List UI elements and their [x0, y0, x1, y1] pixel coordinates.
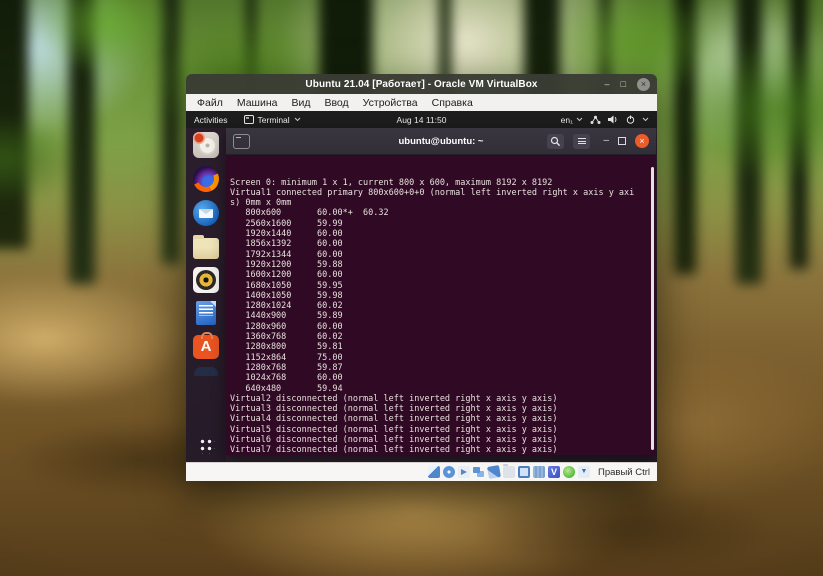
harddisk-status-icon[interactable]	[428, 466, 440, 478]
terminal-output-line: Screen 0: minimum 1 x 1, current 800 x 6…	[230, 177, 553, 188]
partial-dock-icon[interactable]	[194, 367, 218, 376]
usb-status-icon[interactable]	[487, 465, 501, 479]
terminal-output-line: 1792x1344 60.00	[230, 249, 343, 260]
terminal-output-line: 1920x1200 59.88	[230, 259, 343, 270]
terminal-maximize-button[interactable]	[618, 137, 626, 145]
vbox-menu-item[interactable]: Вид	[284, 97, 317, 109]
host-desktop: Ubuntu 21.04 [Работает] - Oracle VM Virt…	[0, 0, 823, 576]
terminal-scrollbar[interactable]	[651, 167, 654, 450]
chevron-down-icon	[576, 117, 583, 122]
network-status-icon[interactable]	[473, 466, 485, 478]
sharedfolders-status-icon[interactable]	[503, 464, 515, 478]
search-button[interactable]	[547, 133, 565, 149]
terminal-output-line: Virtual7 disconnected (normal left inver…	[230, 445, 558, 455]
terminal-output-line: 2560x1600 59.99	[230, 218, 343, 229]
files-dock-icon[interactable]	[193, 235, 219, 259]
focused-app-indicator[interactable]: Terminal	[243, 114, 301, 125]
terminal-output-line: Virtual1 connected primary 800x600+0+0 (…	[230, 187, 635, 198]
terminal-output-line: 1280x800 59.81	[230, 342, 343, 353]
vbox-window-title: Ubuntu 21.04 [Работает] - Oracle VM Virt…	[305, 78, 538, 90]
focused-app-label: Terminal	[257, 114, 290, 125]
terminal-output-line: Virtual4 disconnected (normal left inver…	[230, 414, 558, 425]
network-icon	[590, 115, 601, 124]
audio-status-icon[interactable]	[458, 466, 470, 478]
ubuntu-dock	[186, 128, 226, 462]
vbox-close-button[interactable]: ×	[637, 77, 650, 91]
search-icon	[551, 136, 561, 146]
terminal-output-line: 1280x768 59.87	[230, 362, 343, 373]
menu-button[interactable]	[573, 133, 591, 149]
terminal-output-line: Virtual6 disconnected (normal left inver…	[230, 435, 558, 446]
terminal-output-line: 1152x864 75.00	[230, 352, 343, 363]
terminal-output-line: 1440x900 59.89	[230, 311, 343, 322]
optical-status-icon[interactable]	[443, 466, 455, 478]
activities-button[interactable]: Activities	[194, 115, 228, 125]
vm-screen: Activities Terminal Aug 14 11:50 en₁ A u…	[186, 111, 657, 462]
terminal-output-line: 1400x1050 59.98	[230, 290, 343, 301]
terminal-output-line: s) 0mm x 0mm	[230, 198, 292, 209]
terminal-window: ubuntu@ubuntu: ~ – × Screen 0: minimum 1…	[226, 128, 656, 455]
guest-desktop: ubuntu@ubuntu: ~ – ×	[186, 128, 657, 462]
terminal-output[interactable]: Screen 0: minimum 1 x 1, current 800 x 6…	[226, 155, 656, 455]
vbox-minimize-button[interactable]: –	[605, 79, 610, 89]
clock-label[interactable]: Aug 14 11:50	[397, 115, 447, 125]
terminal-output-line: 1600x1200 60.00	[230, 270, 343, 281]
vbox-menu-item[interactable]: Машина	[230, 97, 285, 109]
terminal-output-line: 1680x1050 59.95	[230, 280, 343, 291]
terminal-output-line: 640x480 59.94	[230, 383, 343, 394]
keyboard-layout-label: en₁	[560, 114, 573, 125]
writer-dock-icon[interactable]	[196, 301, 216, 325]
gnome-top-bar: Activities Terminal Aug 14 11:50 en₁	[186, 111, 657, 128]
mouse-status-icon[interactable]	[563, 466, 575, 478]
power-icon	[626, 115, 635, 124]
vbox-statusbar: Правый Ctrl	[186, 462, 657, 481]
terminal-icon	[243, 115, 254, 124]
system-status-area[interactable]: en₁	[561, 115, 649, 125]
new-tab-button[interactable]	[233, 133, 250, 149]
software-dock-icon[interactable]	[193, 332, 219, 359]
terminal-title: ubuntu@ubuntu: ~	[398, 135, 484, 147]
vbox-menu-item[interactable]: Файл	[190, 97, 230, 109]
keyboard-layout-indicator[interactable]: en₁	[561, 115, 583, 125]
terminal-output-line: Virtual3 disconnected (normal left inver…	[230, 404, 558, 415]
terminal-output-line: 800x600 60.00*+ 60.32	[230, 208, 389, 219]
volume-icon	[608, 115, 617, 124]
status-icons	[428, 464, 590, 479]
vbox-menu-item[interactable]: Ввод	[317, 97, 355, 109]
installer-dock-icon[interactable]	[193, 132, 219, 158]
features-status-icon[interactable]	[548, 466, 560, 478]
show-apps-dock-icon[interactable]	[197, 437, 215, 454]
chevron-down-icon	[642, 117, 649, 122]
terminal-output-line: Virtual2 disconnected (normal left inver…	[230, 393, 558, 404]
firefox-dock-icon[interactable]	[193, 166, 219, 192]
vbox-menubar: Файл Машина Вид Ввод Устройства Справка	[186, 94, 657, 111]
terminal-output-line: 1024x768 60.00	[230, 373, 343, 384]
terminal-output-line: 1280x960 60.00	[230, 321, 343, 332]
terminal-output-line: 1920x1440 60.00	[230, 229, 343, 240]
virtualbox-window: Ubuntu 21.04 [Работает] - Oracle VM Virt…	[186, 74, 657, 481]
hamburger-icon	[577, 138, 586, 144]
hostkey-status-icon[interactable]	[578, 466, 590, 478]
terminal-headerbar[interactable]: ubuntu@ubuntu: ~ – ×	[226, 128, 656, 155]
host-key-label: Правый Ctrl	[598, 466, 650, 478]
display-status-icon[interactable]	[518, 466, 530, 478]
vbox-titlebar[interactable]: Ubuntu 21.04 [Работает] - Oracle VM Virt…	[186, 74, 657, 94]
terminal-minimize-button[interactable]: –	[603, 136, 609, 146]
terminal-output-line: 1856x1392 60.00	[230, 239, 343, 250]
thunderbird-dock-icon[interactable]	[193, 200, 219, 226]
vbox-menu-item[interactable]: Устройства	[356, 97, 425, 109]
terminal-output-line: 1280x1024 60.02	[230, 301, 343, 312]
vbox-menu-item[interactable]: Справка	[425, 97, 480, 109]
chevron-down-icon	[294, 117, 301, 122]
terminal-output-line: 1360x768 60.02	[230, 332, 343, 343]
recording-status-icon[interactable]	[533, 466, 545, 478]
terminal-close-button[interactable]: ×	[635, 134, 649, 148]
vbox-maximize-button[interactable]: □	[621, 79, 626, 89]
terminal-output-line: Virtual5 disconnected (normal left inver…	[230, 424, 558, 435]
rhythmbox-dock-icon[interactable]	[193, 267, 219, 293]
vbox-window-controls: – □ ×	[605, 74, 650, 94]
